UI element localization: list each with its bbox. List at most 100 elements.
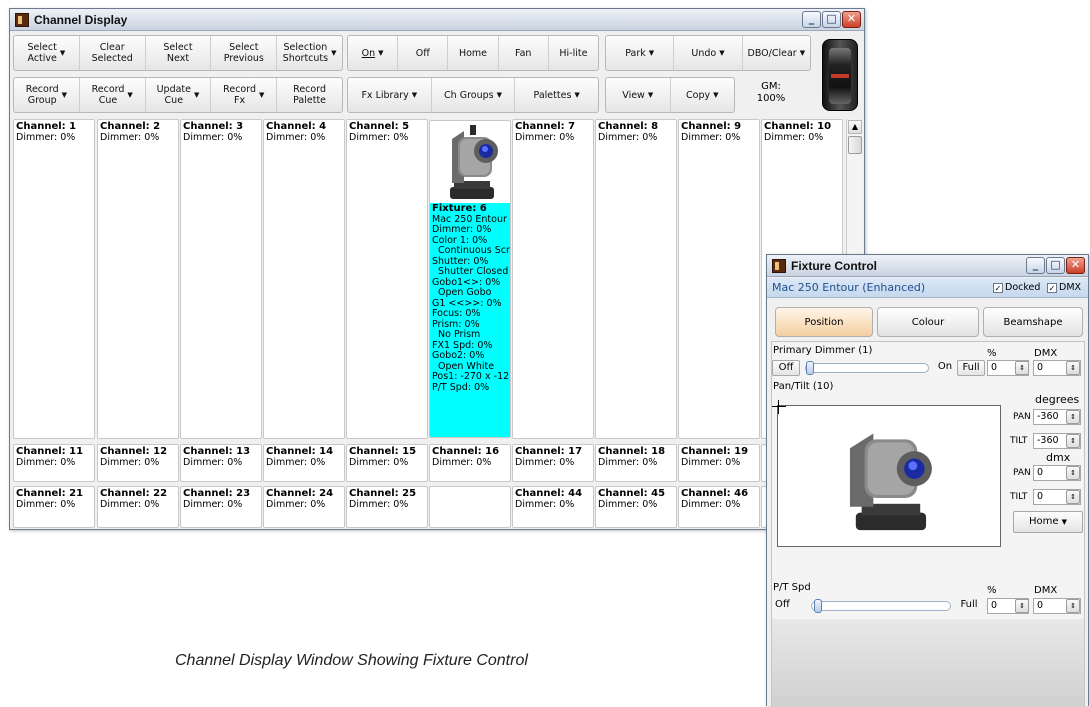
fixture-parameter-line: Open Gobo xyxy=(432,287,492,298)
home-dropdown-button[interactable]: Home ▼ xyxy=(1013,511,1083,533)
record-cue-button[interactable]: Record Cue ▼ xyxy=(80,78,146,112)
channel-cell[interactable]: Channel: 3 Dimmer: 0% xyxy=(180,119,262,439)
channel-cell[interactable]: Channel: 44 Dimmer: 0% xyxy=(512,486,594,528)
channel-cell[interactable]: Channel: 8 Dimmer: 0% xyxy=(595,119,677,439)
pt-spd-full-button[interactable]: Full xyxy=(955,598,983,614)
dimmer-full-button[interactable]: Full xyxy=(957,360,985,376)
park-button[interactable]: Park ▼ xyxy=(606,36,675,70)
channel-cell[interactable]: Channel: 22 Dimmer: 0% xyxy=(97,486,179,528)
dropdown-arrow-icon: ▼ xyxy=(127,90,133,99)
channel-cell[interactable]: Channel: 9 Dimmer: 0% xyxy=(678,119,760,439)
tab-beamshape[interactable]: Beamshape xyxy=(983,307,1083,337)
slider-thumb[interactable] xyxy=(806,361,814,375)
dropdown-arrow-icon: ▼ xyxy=(259,90,265,99)
fixture-control-titlebar[interactable]: Fixture Control _ □ ✕ xyxy=(767,255,1088,277)
channel-cell[interactable]: Channel: 4 Dimmer: 0% xyxy=(263,119,345,439)
channel-cell[interactable]: Channel: 23 Dimmer: 0% xyxy=(180,486,262,528)
spinner-icon[interactable]: ⇕ xyxy=(1066,490,1080,504)
clear-selected-button[interactable]: Clear Selected xyxy=(80,36,146,70)
record-fx-button[interactable]: Record Fx ▼ xyxy=(211,78,278,112)
fixture-parameter-line: Focus: 0% xyxy=(432,308,481,319)
channel-cell[interactable]: Channel: 11 Dimmer: 0% xyxy=(13,444,95,482)
channel-name: Channel: 11 xyxy=(16,446,84,457)
maximize-button[interactable]: □ xyxy=(822,11,841,28)
grand-master-fader[interactable] xyxy=(822,39,858,111)
channel-cell[interactable] xyxy=(429,486,511,528)
minimize-button[interactable]: _ xyxy=(802,11,821,28)
spinner-icon[interactable]: ⇕ xyxy=(1015,599,1029,613)
channel-name: Channel: 9 xyxy=(681,121,742,132)
dimmer-on-button[interactable]: On xyxy=(933,360,957,376)
fan-button[interactable]: Fan xyxy=(499,36,549,70)
maximize-button[interactable]: □ xyxy=(1046,257,1065,274)
channel-display-titlebar[interactable]: Channel Display _ □ ✕ xyxy=(10,9,864,31)
spinner-icon[interactable]: ⇕ xyxy=(1066,466,1080,480)
channel-cell[interactable]: Channel: 13 Dimmer: 0% xyxy=(180,444,262,482)
channel-cell[interactable]: Channel: 16 Dimmer: 0% xyxy=(429,444,511,482)
tab-position[interactable]: Position xyxy=(775,307,873,337)
channel-name: Channel: 14 xyxy=(266,446,334,457)
pantilt-crosshair[interactable] xyxy=(772,400,786,414)
channel-cell[interactable]: Channel: 15 Dimmer: 0% xyxy=(346,444,428,482)
channel-cell[interactable]: Channel: 21 Dimmer: 0% xyxy=(13,486,95,528)
fx-library-button[interactable]: Fx Library ▼ xyxy=(348,78,432,112)
slider-thumb[interactable] xyxy=(814,599,822,613)
selection-shortcuts-button[interactable]: Selection Shortcuts ▼ xyxy=(277,36,342,70)
channel-name: Channel: 4 xyxy=(266,121,327,132)
home-button[interactable]: Home xyxy=(448,36,499,70)
dmx-column-label: DMX xyxy=(1034,585,1058,596)
update-cue-button[interactable]: Update Cue ▼ xyxy=(146,78,212,112)
select-active-button[interactable]: Select Active ▼ xyxy=(14,36,80,70)
palettes-button[interactable]: Palettes ▼ xyxy=(515,78,598,112)
channel-cell[interactable]: Channel: 5 Dimmer: 0% xyxy=(346,119,428,439)
scrollbar-thumb[interactable] xyxy=(848,136,862,154)
dropdown-arrow-icon: ▼ xyxy=(647,90,654,99)
close-button[interactable]: ✕ xyxy=(842,11,861,28)
ch-groups-button[interactable]: Ch Groups ▼ xyxy=(432,78,516,112)
channel-cell[interactable]: Channel: 25 Dimmer: 0% xyxy=(346,486,428,528)
channel-cell[interactable]: Channel: 18 Dimmer: 0% xyxy=(595,444,677,482)
undo-button[interactable]: Undo ▼ xyxy=(674,36,743,70)
dmx-checkbox[interactable]: ✓ DMX xyxy=(1047,282,1081,293)
record-group-button[interactable]: Record Group ▼ xyxy=(14,78,80,112)
spinner-icon[interactable]: ⇕ xyxy=(1066,361,1080,375)
channel-cell[interactable]: Channel: 1 Dimmer: 0% xyxy=(13,119,95,439)
park-toolbar-group: Park ▼ Undo ▼ DBO/Clear ▼ xyxy=(605,35,811,71)
channel-cell[interactable]: Channel: 2 Dimmer: 0% xyxy=(97,119,179,439)
record-palette-button[interactable]: Record Palette xyxy=(277,78,342,112)
select-next-button[interactable]: Select Next xyxy=(146,36,212,70)
channel-cell[interactable]: Channel: 45 Dimmer: 0% xyxy=(595,486,677,528)
view-button[interactable]: View ▼ xyxy=(606,78,671,112)
channel-cell[interactable]: Channel: 17 Dimmer: 0% xyxy=(512,444,594,482)
pt-spd-off-button[interactable]: Off xyxy=(775,598,805,614)
dimmer-slider[interactable] xyxy=(805,361,929,375)
channel-cell[interactable]: Channel: 12 Dimmer: 0% xyxy=(97,444,179,482)
channel-cell[interactable]: Channel: 7 Dimmer: 0% xyxy=(512,119,594,439)
copy-button[interactable]: Copy ▼ xyxy=(671,78,735,112)
select-previous-button[interactable]: Select Previous xyxy=(211,36,278,70)
fixture-6-cell[interactable]: Fixture: 6 Mac 250 Entour (Dimmer: 0% Col… xyxy=(429,120,511,438)
pantilt-grid[interactable] xyxy=(772,400,1001,547)
spinner-icon[interactable]: ⇕ xyxy=(1066,599,1080,613)
spinner-icon[interactable]: ⇕ xyxy=(1015,361,1029,375)
channel-cell[interactable]: Channel: 24 Dimmer: 0% xyxy=(263,486,345,528)
on-button[interactable]: On ▼ xyxy=(348,36,399,70)
close-button[interactable]: ✕ xyxy=(1066,257,1085,274)
tab-colour[interactable]: Colour xyxy=(877,307,979,337)
channel-name: Channel: 17 xyxy=(515,446,583,457)
off-button[interactable]: Off xyxy=(398,36,449,70)
channel-cell[interactable]: Channel: 14 Dimmer: 0% xyxy=(263,444,345,482)
minimize-button[interactable]: _ xyxy=(1026,257,1045,274)
pt-spd-slider[interactable] xyxy=(811,599,951,613)
record-toolbar-group: Record Group ▼ Record Cue ▼ Update Cue ▼ Re… xyxy=(13,77,343,113)
hi-lite-button[interactable]: Hi-lite xyxy=(549,36,598,70)
channel-name: Channel: 12 xyxy=(100,446,168,457)
dimmer-off-button[interactable]: Off xyxy=(772,360,800,376)
dbo-clear-button[interactable]: DBO/Clear ▼ xyxy=(743,36,810,70)
docked-checkbox[interactable]: ✓ Docked xyxy=(993,282,1040,293)
channel-cell[interactable]: Channel: 19 Dimmer: 0% xyxy=(678,444,760,482)
spinner-icon[interactable]: ⇕ xyxy=(1066,410,1080,424)
spinner-icon[interactable]: ⇕ xyxy=(1066,434,1080,448)
channel-cell[interactable]: Channel: 46 Dimmer: 0% xyxy=(678,486,760,528)
scroll-up-arrow-icon[interactable]: ▲ xyxy=(848,120,862,134)
